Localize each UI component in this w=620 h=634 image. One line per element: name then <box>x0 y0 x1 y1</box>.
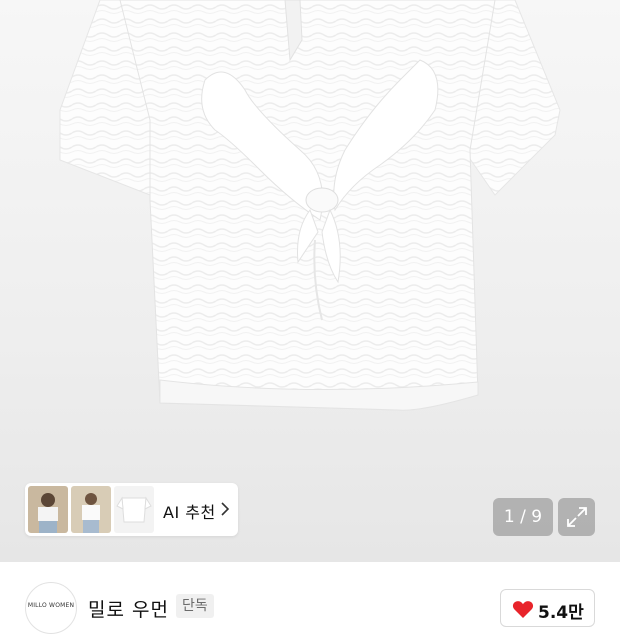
ai-recommend-label: AI 추천 <box>163 503 216 522</box>
image-counter: 1 / 9 <box>493 498 553 536</box>
expand-icon <box>567 507 587 527</box>
blouse-illustration <box>59 0 561 411</box>
heart-icon <box>512 601 534 618</box>
exclusive-badge: 단독 <box>176 594 214 618</box>
brand-bar: MILLO WOMEN 밀로 우먼 단독 5.4만 <box>0 562 620 634</box>
brand-logo-text: MILLO WOMEN <box>27 602 75 609</box>
thumbnail-model-2[interactable] <box>71 486 111 533</box>
like-button[interactable]: 5.4만 <box>500 589 595 627</box>
thumbnail-model-1[interactable] <box>28 486 68 533</box>
expand-image-button[interactable] <box>558 498 595 536</box>
chevron-right-icon <box>221 502 230 516</box>
like-count: 5.4만 <box>538 603 584 623</box>
brand-logo[interactable]: MILLO WOMEN <box>25 582 77 634</box>
brand-name[interactable]: 밀로 우먼 <box>88 595 169 622</box>
ai-recommend-chip[interactable]: AI 추천 <box>25 483 238 536</box>
product-image[interactable] <box>0 0 620 562</box>
thumbnail-product[interactable] <box>114 486 154 533</box>
